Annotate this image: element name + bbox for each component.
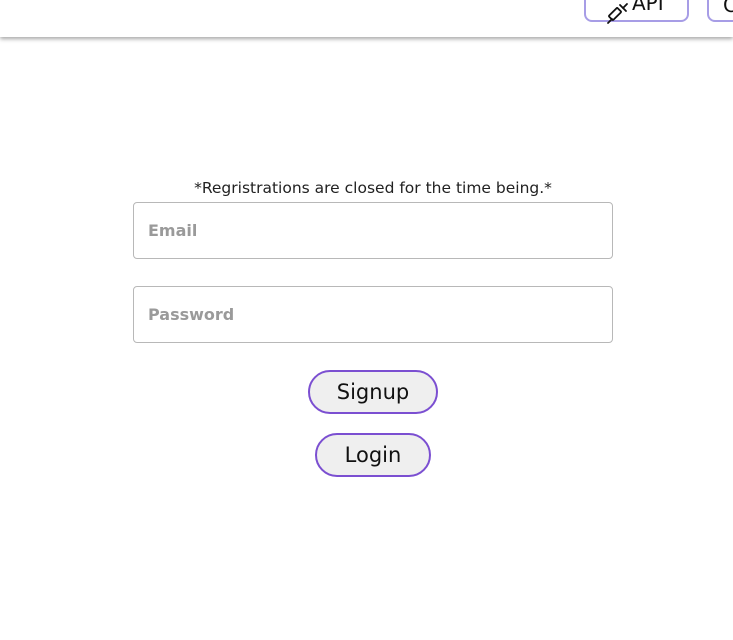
top-navbar: API C: [0, 0, 733, 37]
registration-closed-notice: *Regristrations are closed for the time …: [194, 179, 552, 197]
syringe-icon: [606, 1, 630, 30]
password-field[interactable]: [133, 286, 613, 343]
api-button-label: API: [632, 0, 664, 15]
login-button[interactable]: Login: [315, 433, 431, 477]
api-button[interactable]: API: [584, 0, 689, 24]
nav-button-cut-off-label: C: [723, 0, 733, 17]
nav-button-cut-off[interactable]: C: [707, 0, 733, 22]
signup-button[interactable]: Signup: [308, 370, 438, 414]
email-field[interactable]: [133, 202, 613, 259]
